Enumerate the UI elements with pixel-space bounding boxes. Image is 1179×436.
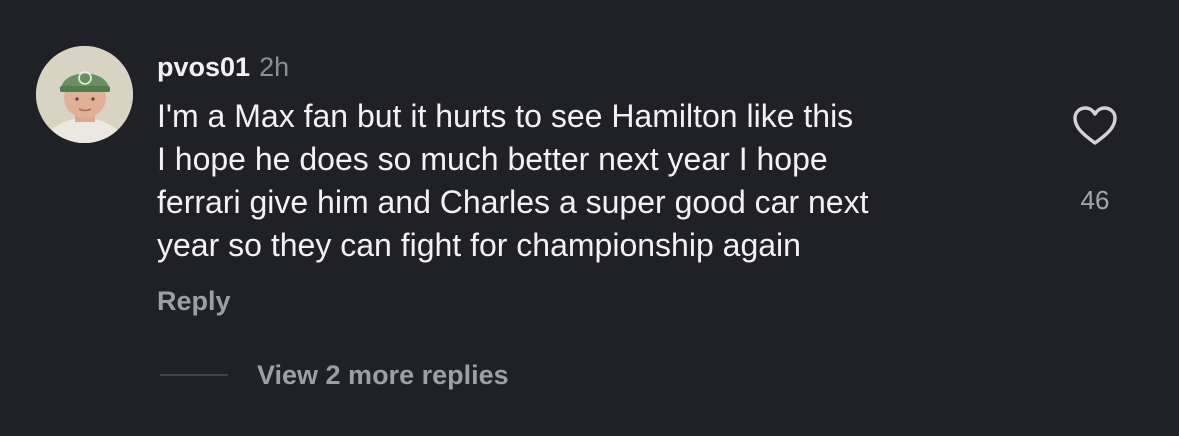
comment-line: I'm a Max fan but it hurts to see Hamilt… — [157, 98, 854, 134]
divider-line — [160, 374, 228, 376]
like-count: 46 — [1080, 185, 1110, 215]
avatar-image — [36, 46, 133, 143]
comment-line: ferrari give him and Charles a super goo… — [157, 184, 869, 220]
comment-line: I hope he does so much better next year … — [157, 141, 828, 177]
like-control: 46 — [1066, 105, 1124, 216]
comment-header: pvos01 2h — [157, 52, 289, 86]
view-more-replies-button[interactable]: View 2 more replies — [160, 357, 509, 393]
reply-button[interactable]: Reply — [157, 286, 231, 317]
timestamp: 2h — [259, 52, 290, 82]
comment-text: I'm a Max fan but it hurts to see Hamilt… — [157, 95, 1037, 267]
avatar[interactable] — [36, 46, 133, 143]
like-button[interactable] — [1066, 105, 1124, 147]
comment: pvos01 2h I'm a Max fan but it hurts to … — [0, 0, 1179, 436]
username[interactable]: pvos01 — [157, 52, 250, 83]
heart-icon[interactable] — [1072, 105, 1118, 147]
view-more-replies-label: View 2 more replies — [257, 359, 509, 390]
comment-line: year so they can fight for championship … — [157, 227, 801, 263]
